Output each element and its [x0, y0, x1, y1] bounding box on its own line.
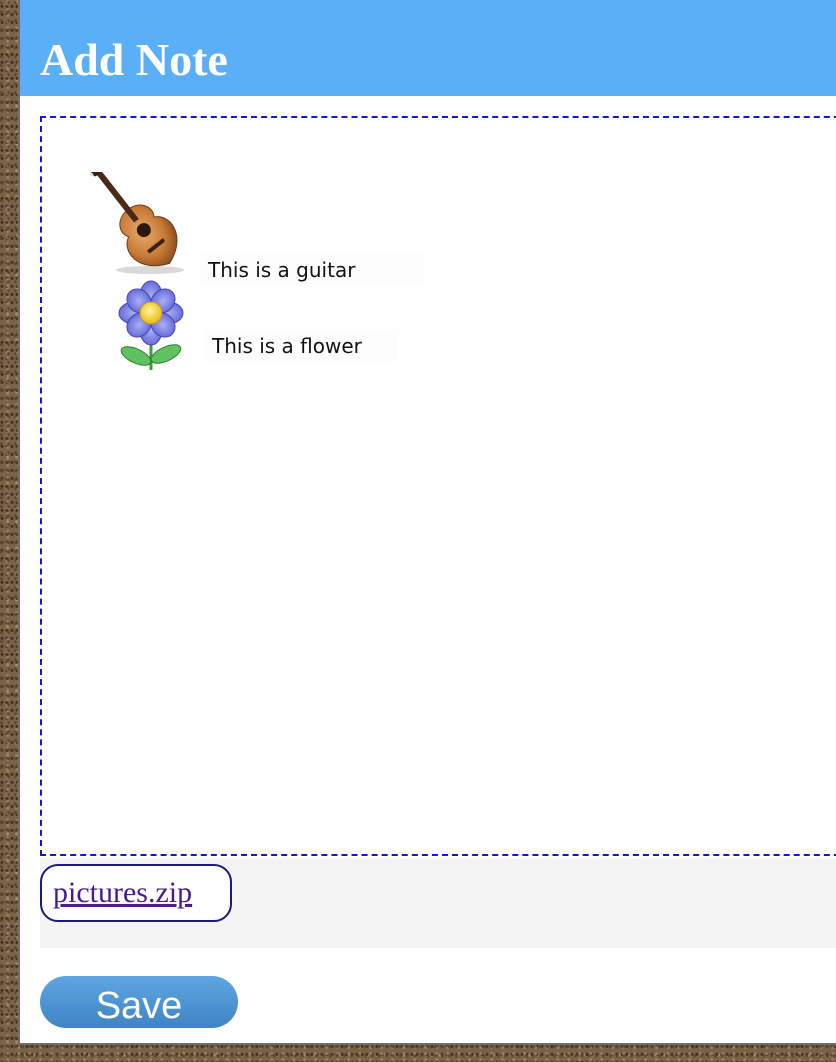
note-window: Add Note This is a guitar This is a flow…: [18, 0, 836, 1045]
flower-icon: [118, 280, 184, 370]
note-editor-dropzone[interactable]: This is a guitar This is a flower: [40, 116, 836, 856]
attachment-link-pictures-zip[interactable]: pictures.zip: [53, 876, 192, 909]
note-item-guitar[interactable]: This is a guitar: [88, 162, 426, 286]
note-item-flower[interactable]: This is a flower: [114, 278, 398, 374]
attachments-area: pictures.zip: [40, 858, 836, 948]
guitar-icon: [88, 172, 184, 274]
attachment-chip[interactable]: pictures.zip: [40, 864, 232, 922]
header-bar: Add Note: [20, 0, 836, 96]
flower-caption[interactable]: This is a flower: [204, 330, 398, 362]
page-title: Add Note: [40, 34, 228, 85]
save-button[interactable]: Save: [40, 976, 238, 1028]
